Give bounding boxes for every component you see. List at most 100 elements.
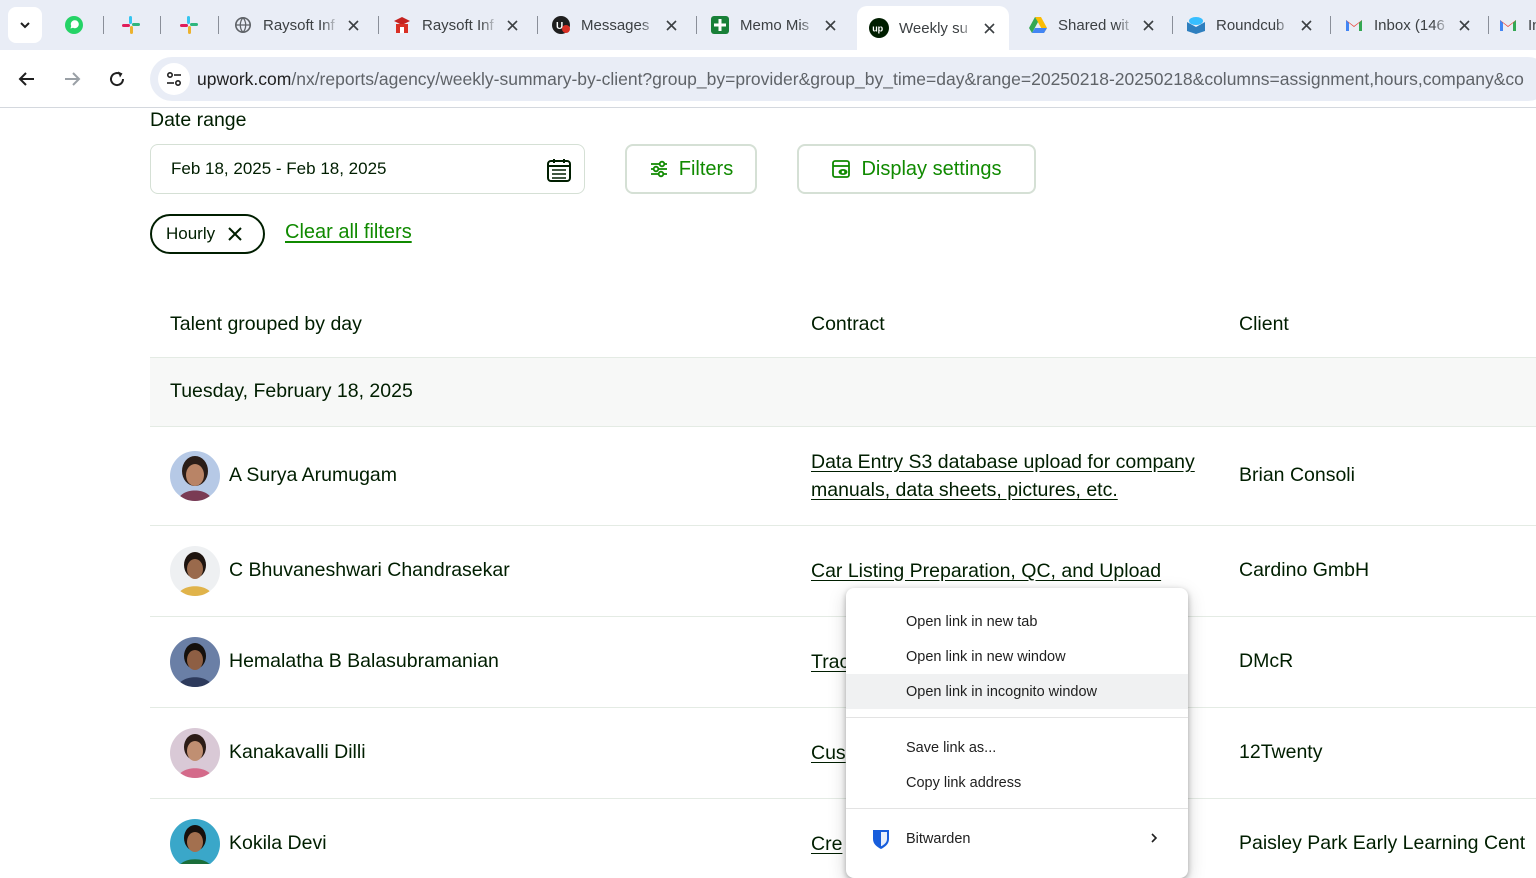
globe-icon	[233, 15, 253, 35]
table-row: Kanakavalli Dilli Cus 12Twenty	[150, 708, 1536, 799]
date-range-label: Date range	[150, 109, 247, 131]
close-icon[interactable]	[822, 17, 838, 33]
browser-tab-strip: Raysoft Inf Raysoft Inf U Messages Memo …	[0, 0, 1536, 50]
tab-inbox[interactable]: Inbox (146	[1332, 6, 1484, 44]
table-row: C Bhuvaneshwari Chandrasekar Car Listing…	[150, 526, 1536, 617]
tab-separator	[537, 16, 538, 34]
tab-title: In	[1528, 16, 1536, 34]
sliders-icon	[650, 160, 667, 178]
contract-link[interactable]: Data Entry S3 database upload for compan…	[811, 448, 1206, 504]
menu-item-bitwarden[interactable]: Bitwarden	[846, 821, 1188, 856]
link-context-menu: Open link in new tab Open link in new wi…	[846, 588, 1188, 878]
filters-button-label: Filters	[678, 157, 734, 180]
tab-title: Messages	[581, 16, 650, 34]
client-name: 12Twenty	[1239, 741, 1323, 763]
close-icon[interactable]	[1298, 17, 1314, 33]
tab-whatsapp[interactable]	[52, 6, 100, 44]
gmail-icon	[1344, 15, 1364, 35]
tab-slack-2[interactable]	[167, 6, 215, 44]
filter-chip-label: Hourly	[166, 224, 216, 243]
menu-separator	[846, 717, 1188, 718]
menu-item-save-link[interactable]: Save link as...	[846, 730, 1188, 765]
tab-separator	[160, 16, 161, 34]
avatar	[170, 546, 220, 596]
clear-all-filters-link[interactable]: Clear all filters	[285, 221, 412, 244]
close-icon[interactable]	[345, 17, 361, 33]
menu-item-open-new-tab[interactable]: Open link in new tab	[846, 604, 1188, 639]
display-settings-button[interactable]: Display settings	[797, 144, 1036, 194]
talent-name: C Bhuvaneshwari Chandrasekar	[229, 559, 510, 581]
day-group-row: Tuesday, February 18, 2025	[150, 358, 1536, 427]
day-group-label: Tuesday, February 18, 2025	[170, 380, 413, 402]
column-header-contract: Contract	[811, 313, 885, 335]
url-path: /nx/reports/agency/weekly-summary-by-cli…	[291, 69, 1524, 89]
whatsapp-icon	[64, 15, 84, 35]
tab-shared-drive[interactable]: Shared wit	[1016, 6, 1168, 44]
tab-title: Memo Mis	[740, 16, 810, 34]
tab-weekly-summary[interactable]: up Weekly su	[857, 6, 1009, 50]
tab-raysoft-2[interactable]: Raysoft Inf	[380, 6, 532, 44]
filter-chip-hourly[interactable]: Hourly	[150, 214, 265, 254]
tab-title: Roundcub	[1216, 16, 1285, 34]
tab-messages[interactable]: U Messages	[539, 6, 691, 44]
contract-link[interactable]: Car Listing Preparation, QC, and Upload	[811, 557, 1206, 585]
menu-separator	[846, 808, 1188, 809]
date-range-input[interactable]: Feb 18, 2025 - Feb 18, 2025	[150, 144, 585, 194]
tab-roundcube[interactable]: Roundcub	[1174, 6, 1326, 44]
close-icon[interactable]	[504, 17, 520, 33]
menu-item-open-new-window[interactable]: Open link in new window	[846, 639, 1188, 674]
filters-button[interactable]: Filters	[625, 144, 757, 194]
messages-icon: U	[551, 15, 571, 35]
tune-icon	[166, 71, 182, 87]
close-icon[interactable]	[981, 20, 997, 36]
tab-title: Inbox (146	[1374, 16, 1445, 34]
slack-icon	[179, 15, 199, 35]
date-range-value: Feb 18, 2025 - Feb 18, 2025	[171, 159, 387, 178]
tab-title: Raysoft Inf	[422, 16, 494, 34]
roundcube-icon	[1186, 15, 1206, 35]
avatar	[170, 728, 220, 778]
reload-button[interactable]	[100, 62, 134, 96]
tab-separator	[696, 16, 697, 34]
tab-search-button[interactable]	[8, 7, 42, 43]
url-text: upwork.com/nx/reports/agency/weekly-summ…	[197, 69, 1524, 90]
gmail-icon	[1498, 15, 1518, 35]
talent-name: Kokila Devi	[229, 832, 327, 854]
tab-memo[interactable]: Memo Mis	[698, 6, 850, 44]
bitwarden-icon	[873, 830, 889, 849]
tab-separator	[1330, 16, 1331, 34]
forward-button[interactable]	[55, 62, 89, 96]
svg-text:up: up	[872, 24, 883, 34]
back-button[interactable]	[10, 62, 44, 96]
sheets-plus-icon	[710, 15, 730, 35]
table-row: Kokila Devi Cre Paisley Park Early Learn…	[150, 799, 1536, 864]
close-icon[interactable]	[227, 226, 243, 242]
browser-toolbar: upwork.com/nx/reports/agency/weekly-summ…	[0, 50, 1536, 108]
close-icon[interactable]	[1456, 17, 1472, 33]
talent-name: A Surya Arumugam	[229, 464, 397, 486]
menu-item-open-incognito[interactable]: Open link in incognito window	[846, 674, 1188, 709]
tab-separator	[103, 16, 104, 34]
client-name: Brian Consoli	[1239, 464, 1355, 486]
close-icon[interactable]	[663, 17, 679, 33]
close-icon[interactable]	[1140, 17, 1156, 33]
display-settings-label: Display settings	[861, 157, 1002, 180]
tab-inbox-2[interactable]: In	[1490, 6, 1536, 44]
tab-separator	[1488, 16, 1489, 34]
table-row: A Surya Arumugam Data Entry S3 database …	[150, 428, 1536, 526]
address-bar[interactable]: upwork.com/nx/reports/agency/weekly-summ…	[150, 57, 1536, 101]
slack-icon	[121, 15, 141, 35]
avatar	[170, 451, 220, 501]
client-name: Cardino GmbH	[1239, 559, 1370, 581]
tab-raysoft-1[interactable]: Raysoft Inf	[221, 6, 373, 44]
page-content: Date range Feb 18, 2025 - Feb 18, 2025 F…	[0, 108, 1536, 864]
menu-item-copy-link[interactable]: Copy link address	[846, 765, 1188, 800]
display-settings-icon	[832, 160, 851, 178]
arrow-right-icon	[65, 72, 81, 86]
tab-title: Shared wit	[1058, 16, 1129, 34]
calendar-icon[interactable]	[546, 157, 572, 183]
tab-slack-1[interactable]	[109, 6, 157, 44]
chevron-down-icon	[20, 22, 30, 29]
site-info-button[interactable]	[158, 63, 190, 95]
url-host: upwork.com	[197, 69, 292, 89]
